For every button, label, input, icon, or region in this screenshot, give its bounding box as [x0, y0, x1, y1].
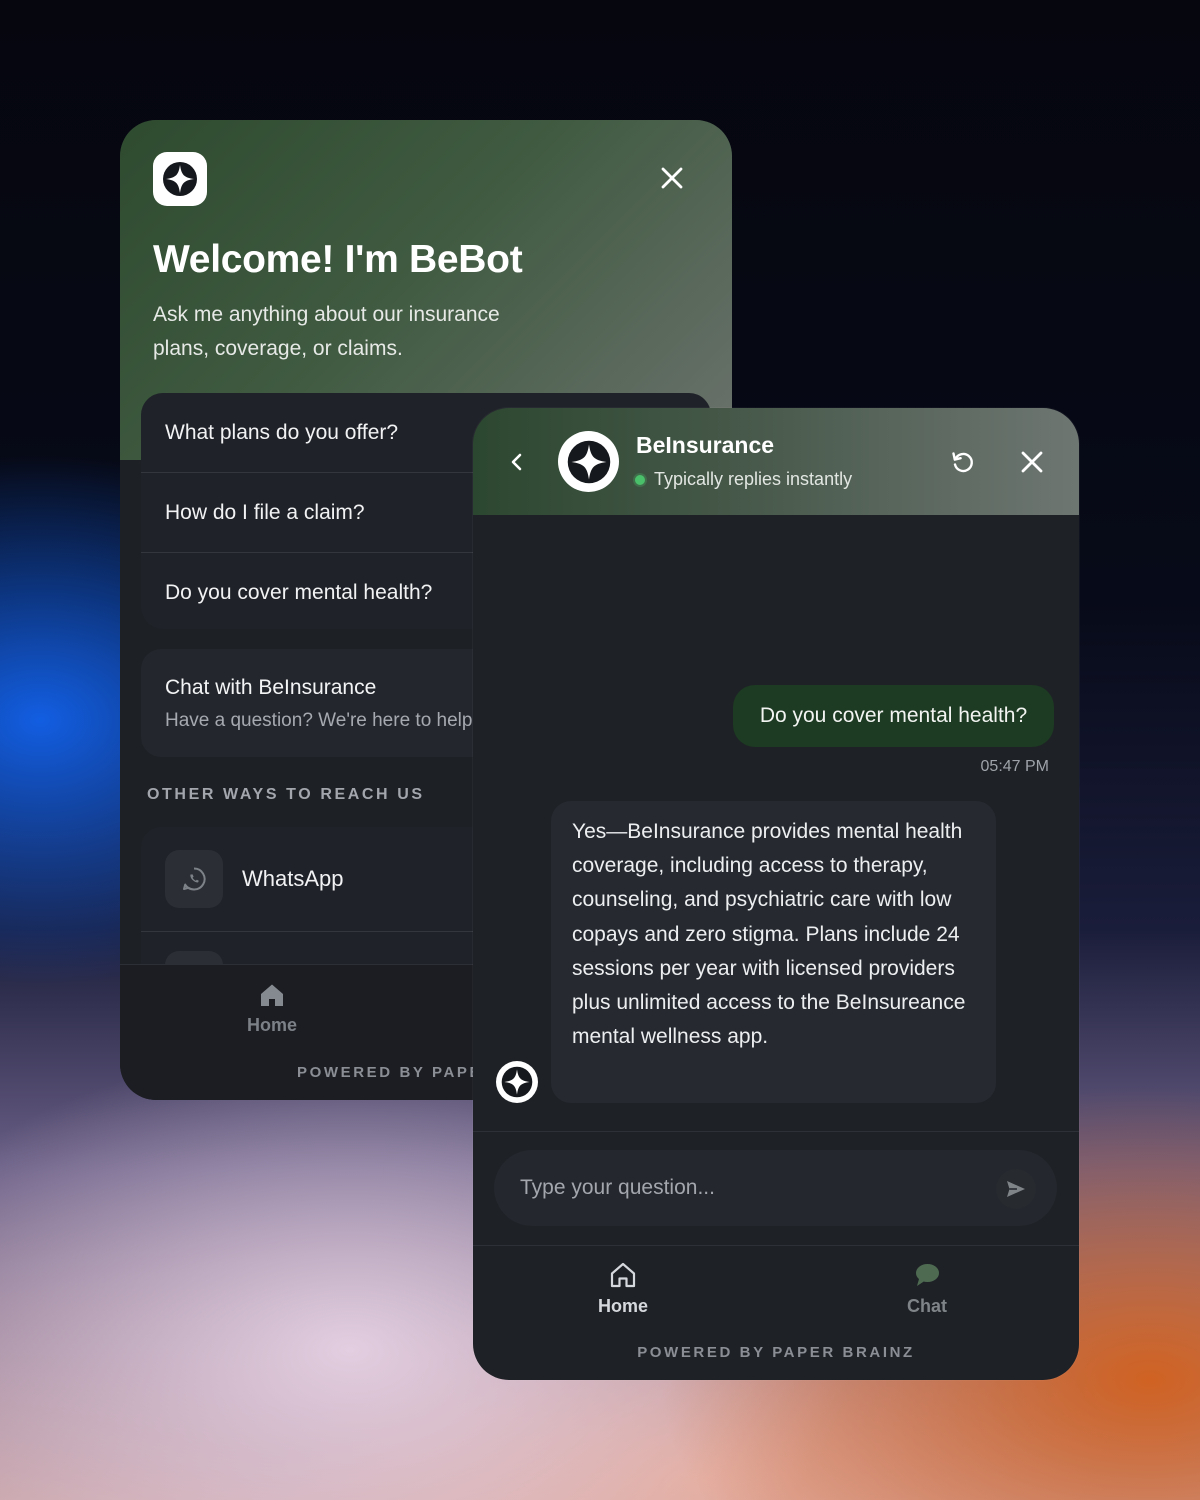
nav-chat-label: Chat: [907, 1296, 947, 1316]
chat-card-subtitle: Have a question? We're here to help: [165, 710, 473, 731]
send-icon: [1004, 1177, 1028, 1201]
close-icon[interactable]: [658, 164, 686, 192]
close-icon[interactable]: [1018, 448, 1046, 476]
nav-home-label: Home: [246, 1015, 297, 1035]
bot-message-text: Yes—BeInsurance provides mental health c…: [572, 820, 966, 1049]
send-button[interactable]: [996, 1169, 1036, 1209]
question-input[interactable]: [494, 1150, 1057, 1226]
bot-message: Yes—BeInsurance provides mental health c…: [551, 801, 996, 1103]
bebot-logo-icon: [499, 1064, 535, 1100]
chat-bubble-icon: [897, 1260, 957, 1290]
composer: [473, 1131, 1079, 1246]
user-message: Do you cover mental health?: [733, 685, 1054, 747]
bot-avatar: [558, 431, 619, 492]
nav-home[interactable]: Home: [238, 981, 306, 1036]
welcome-subtitle: Ask me anything about our insurance plan…: [153, 303, 500, 360]
powered-by: POWERED BY PAPER BRAINZ: [637, 1344, 915, 1361]
refresh-icon[interactable]: [949, 448, 977, 476]
status-text: Typically replies instantly: [654, 469, 853, 489]
message-timestamp: 05:47 PM: [980, 758, 1049, 775]
whatsapp-icon: [165, 850, 223, 908]
bebot-logo-icon: [564, 437, 614, 487]
chat-header: BeInsurance Typically replies instantly: [473, 408, 1079, 515]
other-ways-heading: OTHER WAYS TO REACH US: [147, 786, 425, 803]
bot-message-avatar: [496, 1061, 538, 1103]
back-chevron-icon[interactable]: [503, 448, 531, 476]
bebot-logo-icon: [160, 159, 200, 199]
nav-chat[interactable]: Chat: [897, 1260, 957, 1317]
online-status-dot: [635, 475, 645, 485]
home-icon: [593, 1260, 653, 1290]
chat-panel: BeInsurance Typically replies instantly …: [473, 408, 1079, 1380]
home-icon: [238, 981, 306, 1009]
bebot-logo: [153, 152, 207, 206]
welcome-title: Welcome! I'm BeBot: [153, 238, 523, 281]
nav-home-label: Home: [597, 1296, 648, 1316]
chat-card-title: Chat with BeInsurance: [165, 676, 377, 699]
brand-name: BeInsurance: [636, 432, 775, 458]
nav-home[interactable]: Home: [593, 1260, 653, 1317]
whatsapp-label: WhatsApp: [242, 866, 344, 891]
